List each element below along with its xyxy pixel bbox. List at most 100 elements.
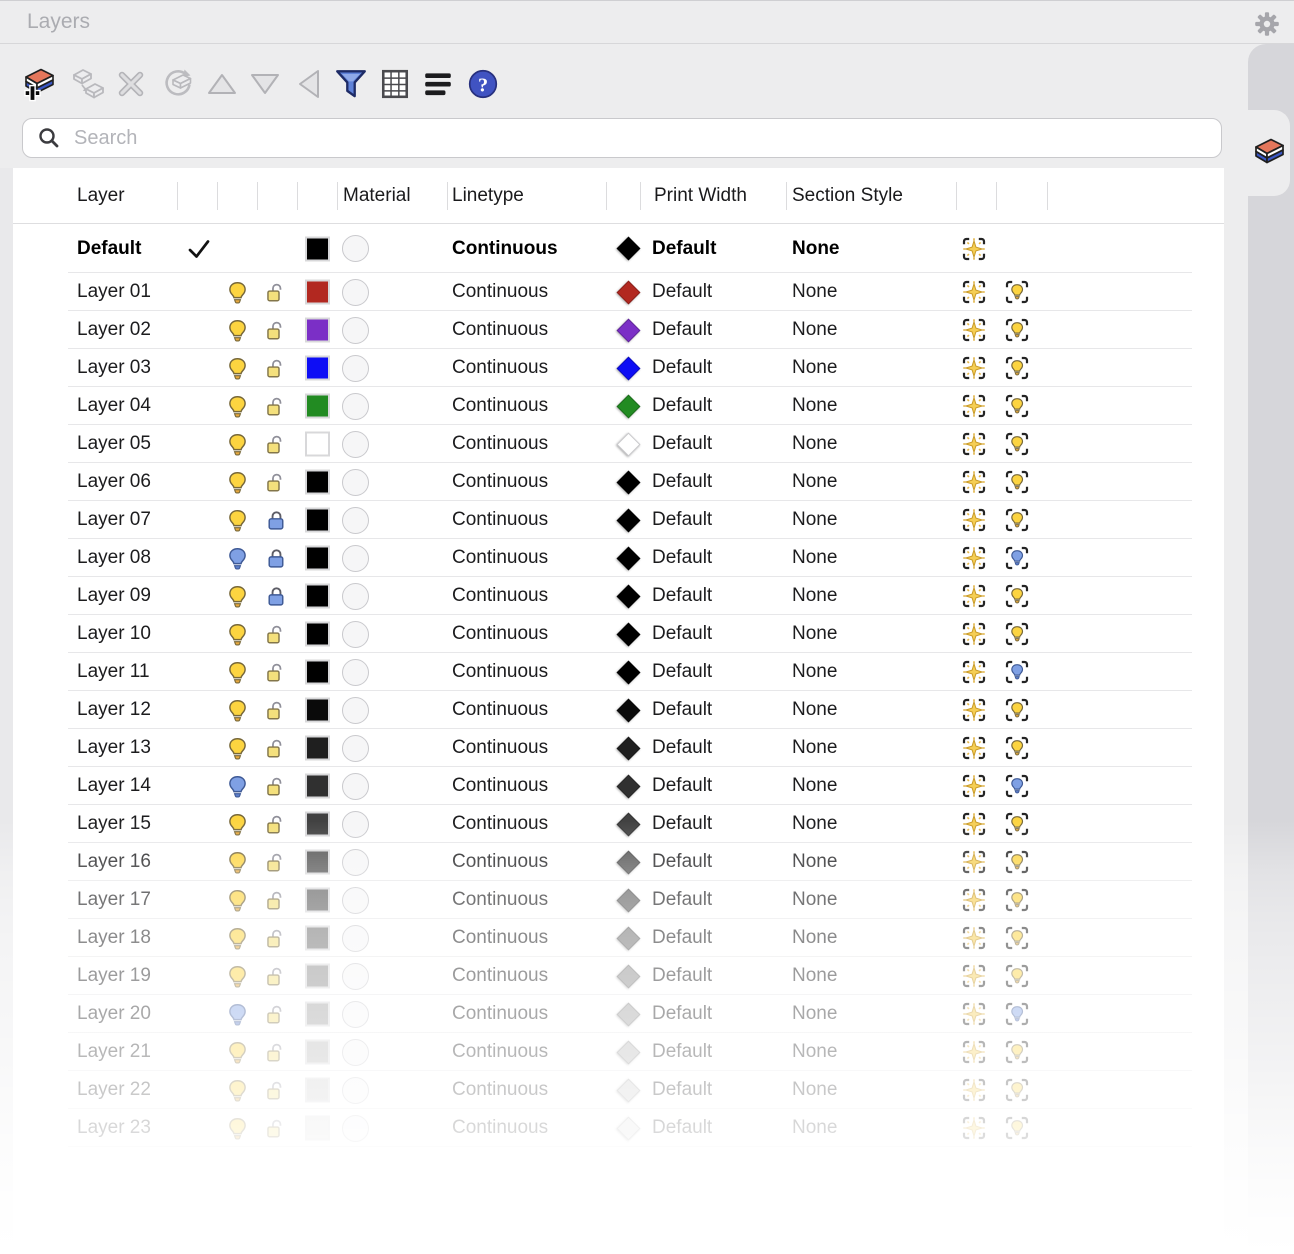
- linetype-value[interactable]: Continuous: [452, 881, 548, 919]
- clipping-participation-icon[interactable]: [960, 881, 988, 919]
- clipping-visibility-bulb-icon[interactable]: [1003, 1071, 1031, 1109]
- layer-name[interactable]: Layer 02: [77, 311, 151, 349]
- layer-visibility-bulb-icon[interactable]: [225, 805, 250, 843]
- material-preview[interactable]: [342, 463, 369, 501]
- layer-color-swatch[interactable]: [305, 318, 330, 343]
- section-style-value[interactable]: None: [792, 843, 837, 881]
- layer-unlocked-icon[interactable]: [264, 273, 289, 311]
- clipping-participation-icon[interactable]: [960, 349, 988, 387]
- print-width-value[interactable]: Default: [652, 273, 712, 311]
- delete-layer-button[interactable]: [109, 62, 153, 106]
- print-width-value[interactable]: Default: [652, 1071, 712, 1109]
- section-style-value[interactable]: None: [792, 273, 837, 311]
- layer-visibility-bulb-icon[interactable]: [225, 577, 250, 615]
- section-style-value[interactable]: None: [792, 349, 837, 387]
- layer-locked-icon[interactable]: [264, 577, 289, 615]
- layer-row[interactable]: Layer 11 Continuous Default None: [0, 653, 1294, 691]
- print-color-cell[interactable]: [618, 843, 638, 881]
- section-style-value[interactable]: None: [792, 1071, 837, 1109]
- layer-name[interactable]: Layer 03: [77, 349, 151, 387]
- promote-layer-button[interactable]: [287, 62, 331, 106]
- clipping-visibility-bulb-icon[interactable]: [1003, 653, 1031, 691]
- clipping-participation-icon[interactable]: [960, 1033, 988, 1071]
- print-width-value[interactable]: Default: [652, 957, 712, 995]
- layer-unlocked-icon[interactable]: [264, 1071, 289, 1109]
- print-color-cell[interactable]: [618, 1071, 638, 1109]
- material-preview[interactable]: [342, 387, 369, 425]
- print-color-cell[interactable]: [618, 957, 638, 995]
- material-preview[interactable]: [342, 224, 369, 273]
- print-color-cell[interactable]: [618, 691, 638, 729]
- layer-color-swatch[interactable]: [305, 660, 330, 685]
- print-width-value[interactable]: Default: [652, 615, 712, 653]
- print-color-cell[interactable]: [618, 805, 638, 843]
- linetype-value[interactable]: Continuous: [452, 1071, 548, 1109]
- layer-color-swatch[interactable]: [305, 812, 330, 837]
- layer-row[interactable]: Layer 09 Continuous Default None: [0, 577, 1294, 615]
- layer-name[interactable]: Layer 23: [77, 1109, 151, 1147]
- section-style-value[interactable]: None: [792, 539, 837, 577]
- print-color-cell[interactable]: [618, 425, 638, 463]
- layer-color-swatch[interactable]: [305, 546, 330, 571]
- print-color-cell[interactable]: [618, 311, 638, 349]
- material-preview[interactable]: [342, 881, 369, 919]
- clipping-visibility-bulb-icon[interactable]: [1003, 729, 1031, 767]
- layer-name[interactable]: Layer 18: [77, 919, 151, 957]
- print-width-value[interactable]: Default: [652, 767, 712, 805]
- linetype-value[interactable]: Continuous: [452, 957, 548, 995]
- layer-row[interactable]: Layer 19 Continuous Default None: [0, 957, 1294, 995]
- layer-unlocked-icon[interactable]: [264, 691, 289, 729]
- layer-row[interactable]: Layer 07 Continuous Default None: [0, 501, 1294, 539]
- clipping-participation-icon[interactable]: [960, 387, 988, 425]
- clipping-participation-icon[interactable]: [960, 273, 988, 311]
- layer-color-swatch[interactable]: [305, 1078, 330, 1103]
- material-preview[interactable]: [342, 1109, 369, 1147]
- clipping-participation-icon[interactable]: [960, 729, 988, 767]
- material-preview[interactable]: [342, 425, 369, 463]
- material-preview[interactable]: [342, 577, 369, 615]
- layer-visibility-bulb-icon[interactable]: [225, 1033, 250, 1071]
- layer-name[interactable]: Layer 14: [77, 767, 151, 805]
- layer-name[interactable]: Layer 05: [77, 425, 151, 463]
- layer-visibility-bulb-icon[interactable]: [225, 1109, 250, 1147]
- filter-layers-button[interactable]: [329, 62, 373, 106]
- print-width-value[interactable]: Default: [652, 729, 712, 767]
- layer-unlocked-icon[interactable]: [264, 957, 289, 995]
- clipping-participation-icon[interactable]: [960, 311, 988, 349]
- layer-columns-button[interactable]: [373, 62, 417, 106]
- linetype-value[interactable]: Continuous: [452, 501, 548, 539]
- layer-name[interactable]: Layer 19: [77, 957, 151, 995]
- layer-unlocked-icon[interactable]: [264, 1109, 289, 1147]
- print-width-value[interactable]: Default: [652, 691, 712, 729]
- section-style-value[interactable]: None: [792, 957, 837, 995]
- layer-visibility-bulb-icon[interactable]: [225, 615, 250, 653]
- print-color-cell[interactable]: [618, 653, 638, 691]
- section-style-value[interactable]: None: [792, 805, 837, 843]
- section-style-value[interactable]: None: [792, 224, 840, 273]
- linetype-value[interactable]: Continuous: [452, 539, 548, 577]
- print-color-cell[interactable]: [618, 501, 638, 539]
- material-preview[interactable]: [342, 767, 369, 805]
- layer-color-swatch[interactable]: [305, 1002, 330, 1027]
- clipping-visibility-bulb-icon[interactable]: [1003, 615, 1031, 653]
- print-color-cell[interactable]: [618, 349, 638, 387]
- clipping-participation-icon[interactable]: [960, 615, 988, 653]
- layer-name[interactable]: Layer 15: [77, 805, 151, 843]
- print-color-cell[interactable]: [618, 463, 638, 501]
- clipping-visibility-bulb-icon[interactable]: [1003, 957, 1031, 995]
- layer-visibility-bulb-icon[interactable]: [225, 463, 250, 501]
- layer-visibility-bulb-icon[interactable]: [225, 843, 250, 881]
- new-layer-button[interactable]: [17, 62, 61, 106]
- layer-name[interactable]: Layer 01: [77, 273, 151, 311]
- layer-visibility-bulb-icon[interactable]: [225, 691, 250, 729]
- layer-name[interactable]: Layer 08: [77, 539, 151, 577]
- print-color-cell[interactable]: [618, 1109, 638, 1147]
- layer-name[interactable]: Layer 09: [77, 577, 151, 615]
- clipping-visibility-bulb-icon[interactable]: [1003, 995, 1031, 1033]
- layer-visibility-bulb-icon[interactable]: [225, 729, 250, 767]
- layer-unlocked-icon[interactable]: [264, 349, 289, 387]
- layer-name[interactable]: Default: [77, 224, 141, 273]
- clipping-participation-icon[interactable]: [960, 691, 988, 729]
- layer-color-swatch[interactable]: [305, 584, 330, 609]
- layer-row[interactable]: Layer 22 Continuous Default None: [0, 1071, 1294, 1109]
